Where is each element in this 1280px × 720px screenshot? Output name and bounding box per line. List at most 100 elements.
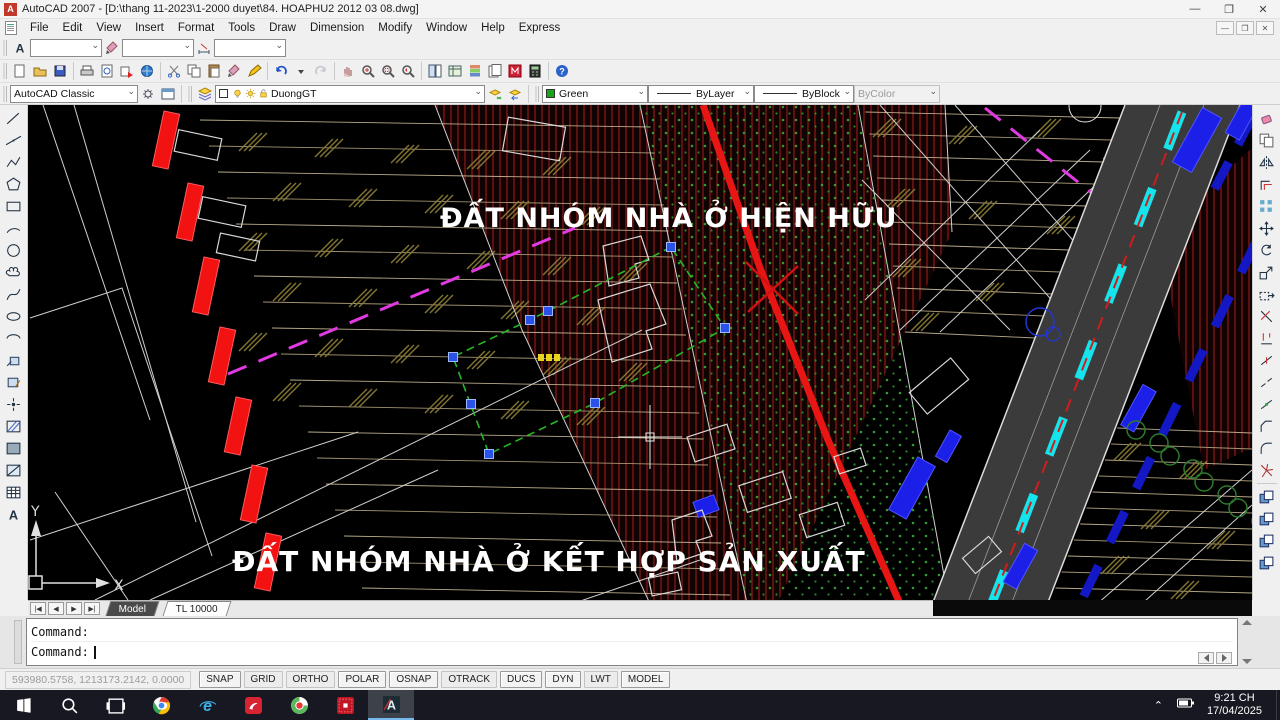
menu-tools[interactable]: Tools	[221, 20, 262, 36]
show-desktop-button[interactable]	[1276, 690, 1280, 720]
grip-point[interactable]	[544, 307, 553, 316]
hatch-icon[interactable]	[3, 415, 25, 437]
internet-explorer-icon[interactable]: e	[184, 690, 230, 720]
insert-block-icon[interactable]	[3, 349, 25, 371]
array-icon[interactable]	[1256, 195, 1278, 217]
cut-icon[interactable]	[164, 61, 184, 81]
sun-icon[interactable]	[245, 88, 256, 99]
tab-prev-icon[interactable]: ◀	[48, 602, 64, 615]
markup-icon[interactable]	[505, 61, 525, 81]
scroll-up-icon[interactable]	[1242, 620, 1252, 625]
toolbar-grip[interactable]	[535, 86, 539, 102]
status-toggle-osnap[interactable]: OSNAP	[389, 671, 438, 688]
block-editor-icon[interactable]	[244, 61, 264, 81]
command-text-area[interactable]: Command: Command:	[26, 618, 1238, 666]
status-toggle-grid[interactable]: GRID	[244, 671, 283, 688]
menu-express[interactable]: Express	[512, 20, 568, 36]
color-combo[interactable]: Green	[542, 85, 648, 103]
status-toggle-model[interactable]: MODEL	[621, 671, 671, 688]
menu-window[interactable]: Window	[419, 20, 474, 36]
grip-point[interactable]	[526, 316, 535, 325]
scroll-right-icon[interactable]	[1216, 652, 1232, 664]
red-app-icon[interactable]	[230, 690, 276, 720]
polygon-icon[interactable]	[3, 173, 25, 195]
toolbar-grip[interactable]	[188, 86, 192, 102]
construction-line-icon[interactable]	[3, 129, 25, 151]
linetype-combo[interactable]: ByLayer	[648, 85, 754, 103]
menu-edit[interactable]: Edit	[56, 20, 90, 36]
undo-icon[interactable]	[271, 61, 291, 81]
lock-icon[interactable]	[258, 88, 269, 99]
menu-modify[interactable]: Modify	[371, 20, 419, 36]
multiline-text-icon[interactable]: A	[3, 503, 25, 525]
text-style-icon[interactable]: A	[10, 38, 30, 58]
drawing-canvas[interactable]: X Y ĐẤT NHÓM NHÀ Ở HIỆN HỮU ĐẤT NHÓM NHÀ…	[28, 105, 1252, 600]
tray-chevron-icon[interactable]: ⌃	[1154, 699, 1163, 712]
chamfer-icon[interactable]	[1256, 415, 1278, 437]
menu-help[interactable]: Help	[474, 20, 512, 36]
menu-insert[interactable]: Insert	[128, 20, 171, 36]
dim-style-icon[interactable]	[194, 38, 214, 58]
coordinates-readout[interactable]: 593980.5758, 1213173.2142, 0.0000	[5, 671, 191, 689]
revcloud-icon[interactable]	[3, 261, 25, 283]
coccoc-browser-icon[interactable]	[276, 690, 322, 720]
draworder-back-icon[interactable]	[1256, 508, 1278, 530]
join-icon[interactable]	[1256, 393, 1278, 415]
erase-icon[interactable]	[1256, 107, 1278, 129]
layout-tab-tl10000[interactable]: TL 10000	[163, 601, 232, 616]
designcenter-icon[interactable]	[445, 61, 465, 81]
trim-icon[interactable]	[1256, 305, 1278, 327]
new-file-icon[interactable]	[10, 61, 30, 81]
toolbar-grip[interactable]	[3, 63, 7, 79]
search-button[interactable]	[46, 690, 92, 720]
red-media-app-icon[interactable]	[322, 690, 368, 720]
explode-icon[interactable]	[1256, 459, 1278, 481]
model-tab[interactable]: Model	[106, 601, 160, 616]
offset-icon[interactable]	[1256, 173, 1278, 195]
mdi-close-button[interactable]: ✕	[1256, 21, 1274, 35]
redo-icon[interactable]	[311, 61, 331, 81]
save-icon[interactable]	[50, 61, 70, 81]
tool-palettes-icon[interactable]	[465, 61, 485, 81]
rotate-icon[interactable]	[1256, 239, 1278, 261]
toolbar-grip[interactable]	[3, 40, 7, 56]
menu-draw[interactable]: Draw	[262, 20, 303, 36]
spline-icon[interactable]	[3, 283, 25, 305]
undo-dropdown-icon[interactable]	[291, 61, 311, 81]
workspace-combo[interactable]: AutoCAD Classic	[10, 85, 138, 103]
menu-file[interactable]: File	[23, 20, 56, 36]
publish-icon[interactable]	[117, 61, 137, 81]
zoom-previous-icon[interactable]	[398, 61, 418, 81]
layer-previous-icon[interactable]	[505, 84, 525, 104]
menu-format[interactable]: Format	[171, 20, 221, 36]
close-button[interactable]: ✕	[1246, 0, 1280, 18]
layer-combo[interactable]: DuongGT	[215, 85, 485, 103]
table-icon[interactable]	[3, 481, 25, 503]
help-icon[interactable]: ?	[552, 61, 572, 81]
copy-icon[interactable]	[184, 61, 204, 81]
arc-icon[interactable]	[3, 217, 25, 239]
table-style-icon[interactable]	[102, 38, 122, 58]
open-file-icon[interactable]	[30, 61, 50, 81]
battery-icon[interactable]	[1177, 696, 1195, 714]
paste-icon[interactable]	[204, 61, 224, 81]
plotstyle-combo[interactable]: ByColor	[854, 85, 940, 103]
polyline-icon[interactable]	[3, 151, 25, 173]
mdi-restore-button[interactable]: ❐	[1236, 21, 1254, 35]
region-icon[interactable]	[3, 459, 25, 481]
mdi-minimize-button[interactable]: —	[1216, 21, 1234, 35]
zoom-window-icon[interactable]	[378, 61, 398, 81]
task-view-button[interactable]	[92, 690, 138, 720]
ellipse-arc-icon[interactable]	[3, 327, 25, 349]
minimize-button[interactable]: —	[1178, 0, 1212, 18]
move-icon[interactable]	[1256, 217, 1278, 239]
scale-icon[interactable]	[1256, 261, 1278, 283]
rectangle-icon[interactable]	[3, 195, 25, 217]
zoom-realtime-icon[interactable]	[358, 61, 378, 81]
layer-manager-icon[interactable]	[195, 84, 215, 104]
start-button[interactable]	[0, 690, 46, 720]
grip-point[interactable]	[449, 353, 458, 362]
tab-next-icon[interactable]: ▶	[66, 602, 82, 615]
mirror-icon[interactable]	[1256, 151, 1278, 173]
restore-button[interactable]: ❐	[1212, 0, 1246, 18]
